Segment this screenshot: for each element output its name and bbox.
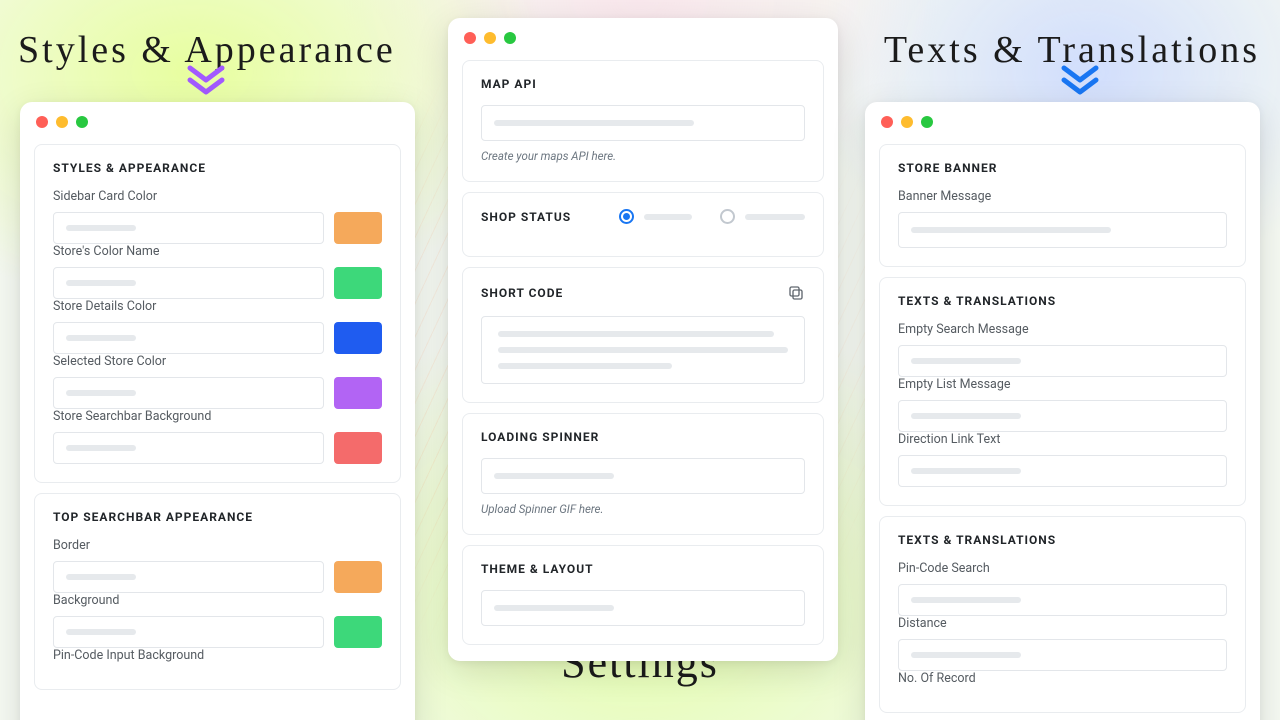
color-swatch[interactable] — [334, 561, 382, 593]
field-distance: Distance — [898, 616, 1227, 671]
window-settings: MAP API Create your maps API here. SHOP … — [448, 18, 838, 661]
field-pincode-input-background: Pin-Code Input Background — [53, 648, 382, 663]
color-swatch[interactable] — [334, 377, 382, 409]
color-text-input[interactable] — [53, 212, 324, 244]
radio-icon — [619, 209, 634, 224]
spinner-upload-input[interactable] — [481, 458, 805, 494]
card-map-api: MAP API Create your maps API here. — [462, 60, 824, 182]
field-empty-list-message: Empty List Message — [898, 377, 1227, 432]
close-icon[interactable] — [881, 116, 893, 128]
copy-icon[interactable] — [787, 284, 805, 302]
radio-label-placeholder — [644, 214, 692, 220]
shop-status-option-off[interactable] — [720, 209, 805, 224]
helper-text: Upload Spinner GIF here. — [481, 502, 805, 516]
window-styles-appearance: STYLES & APPEARANCE Sidebar Card Color S… — [20, 102, 415, 720]
theme-layout-input[interactable] — [481, 590, 805, 626]
maximize-icon[interactable] — [76, 116, 88, 128]
close-icon[interactable] — [464, 32, 476, 44]
field-pincode-search: Pin-Code Search — [898, 561, 1227, 616]
color-swatch[interactable] — [334, 616, 382, 648]
helper-text: Create your maps API here. — [481, 149, 805, 163]
color-text-input[interactable] — [53, 616, 324, 648]
minimize-icon[interactable] — [901, 116, 913, 128]
color-text-input[interactable] — [53, 322, 324, 354]
color-swatch[interactable] — [334, 267, 382, 299]
section-title: STORE BANNER — [898, 161, 1227, 175]
section-title: SHORT CODE — [481, 286, 563, 300]
text-input[interactable] — [898, 455, 1227, 487]
color-text-input[interactable] — [53, 267, 324, 299]
field-background: Background — [53, 593, 382, 648]
text-input[interactable] — [898, 345, 1227, 377]
card-texts-translations-1: TEXTS & TRANSLATIONS Empty Search Messag… — [879, 277, 1246, 506]
field-selected-store-color: Selected Store Color — [53, 354, 382, 409]
radio-icon — [720, 209, 735, 224]
section-title: STYLES & APPEARANCE — [53, 161, 382, 175]
card-top-searchbar-appearance: TOP SEARCHBAR APPEARANCE Border Backgrou… — [34, 493, 401, 690]
minimize-icon[interactable] — [56, 116, 68, 128]
radio-label-placeholder — [745, 214, 805, 220]
text-input[interactable] — [898, 400, 1227, 432]
color-text-input[interactable] — [53, 377, 324, 409]
map-api-input[interactable] — [481, 105, 805, 141]
card-theme-layout: THEME & LAYOUT — [462, 545, 824, 645]
field-empty-search-message: Empty Search Message — [898, 322, 1227, 377]
field-border: Border — [53, 538, 382, 593]
shop-status-option-on[interactable] — [619, 209, 692, 224]
close-icon[interactable] — [36, 116, 48, 128]
color-swatch[interactable] — [334, 212, 382, 244]
maximize-icon[interactable] — [921, 116, 933, 128]
field-store-details-color: Store Details Color — [53, 299, 382, 354]
maximize-icon[interactable] — [504, 32, 516, 44]
field-direction-link-text: Direction Link Text — [898, 432, 1227, 487]
section-title: THEME & LAYOUT — [481, 562, 805, 576]
section-title: SHOP STATUS — [481, 210, 571, 224]
field-sidebar-card-color: Sidebar Card Color — [53, 189, 382, 244]
color-swatch[interactable] — [334, 322, 382, 354]
field-no-of-record: No. Of Record — [898, 671, 1227, 686]
text-input[interactable] — [898, 639, 1227, 671]
banner-message-input[interactable] — [898, 212, 1227, 248]
section-title: TOP SEARCHBAR APPEARANCE — [53, 510, 382, 524]
section-title: MAP API — [481, 77, 805, 91]
window-texts-translations: STORE BANNER Banner Message TEXTS & TRAN… — [865, 102, 1260, 720]
minimize-icon[interactable] — [484, 32, 496, 44]
field-label: Banner Message — [898, 189, 1227, 204]
section-title: TEXTS & TRANSLATIONS — [898, 533, 1227, 547]
card-styles-appearance: STYLES & APPEARANCE Sidebar Card Color S… — [34, 144, 401, 483]
color-text-input[interactable] — [53, 432, 324, 464]
color-text-input[interactable] — [53, 561, 324, 593]
card-texts-translations-2: TEXTS & TRANSLATIONS Pin-Code Search Dis… — [879, 516, 1246, 713]
field-stores-color-name: Store's Color Name — [53, 244, 382, 299]
section-title: LOADING SPINNER — [481, 430, 805, 444]
card-short-code: SHORT CODE — [462, 267, 824, 403]
card-loading-spinner: LOADING SPINNER Upload Spinner GIF here. — [462, 413, 824, 535]
short-code-box[interactable] — [481, 316, 805, 384]
card-store-banner: STORE BANNER Banner Message — [879, 144, 1246, 267]
color-swatch[interactable] — [334, 432, 382, 464]
text-input[interactable] — [898, 584, 1227, 616]
section-title: TEXTS & TRANSLATIONS — [898, 294, 1227, 308]
card-shop-status: SHOP STATUS — [462, 192, 824, 257]
field-store-searchbar-background: Store Searchbar Background — [53, 409, 382, 464]
